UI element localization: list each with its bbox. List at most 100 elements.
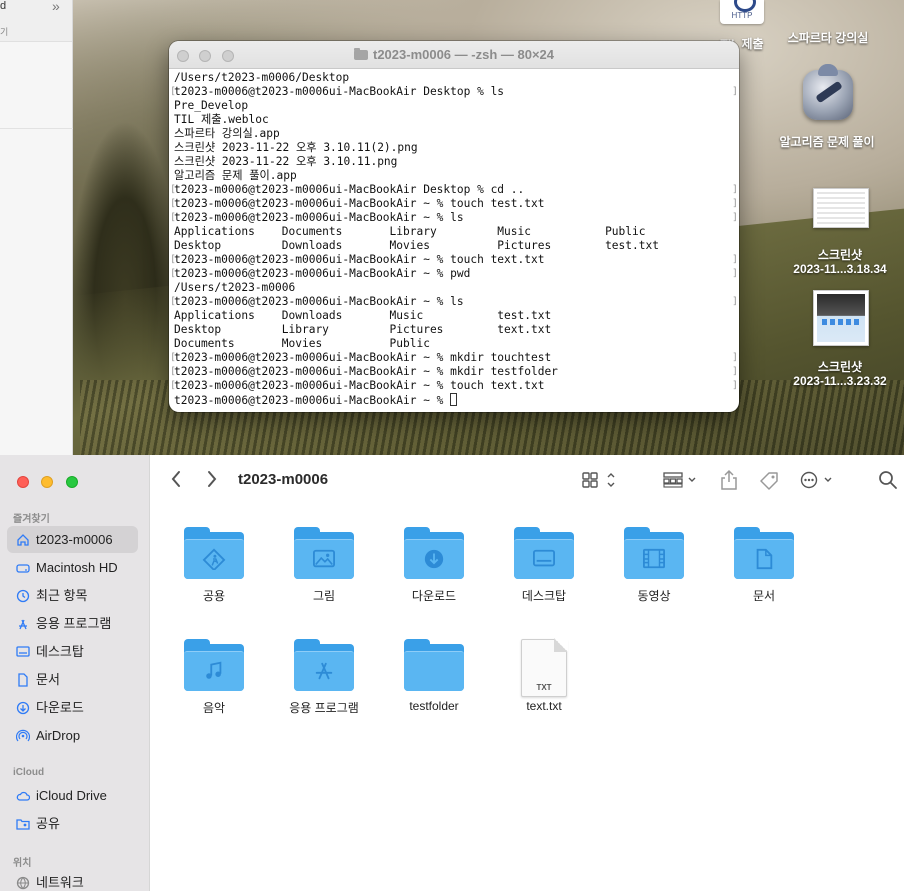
desktop-icon-screenshot1-date[interactable]: 2023-11...3.18.34: [780, 262, 900, 276]
folder-movies-icon: [624, 527, 684, 579]
cloud-icon: [16, 789, 31, 802]
terminal-output[interactable]: /Users/t2023-m0006/Desktop t2023-m0006@t2…: [169, 69, 739, 409]
more-icon: [800, 471, 832, 489]
terminal-window[interactable]: t2023-m0006 — -zsh — 80×24 /Users/t2023-…: [169, 41, 739, 412]
share-button[interactable]: [720, 469, 738, 496]
folder-item[interactable]: 응용 프로그램: [274, 639, 374, 716]
automator-app-icon[interactable]: [801, 64, 855, 122]
folder-item[interactable]: testfolder: [384, 639, 484, 713]
window-title: t2023-m0006: [238, 471, 329, 488]
chevron-left-icon: [171, 471, 180, 487]
folder-item[interactable]: 동영상: [604, 527, 704, 604]
network-icon: [16, 876, 30, 890]
sidebar-item-desktop[interactable]: 데스크탑: [7, 638, 138, 665]
terminal-line-text: Applications Downloads Music test.txt: [174, 309, 552, 322]
terminal-line-text: t2023-m0006@t2023-m0006ui-MacBookAir ~ %…: [174, 295, 464, 308]
webloc-icon[interactable]: HTTP: [720, 0, 764, 24]
folder-item[interactable]: 음악: [164, 639, 264, 716]
folder-music-icon: [184, 639, 244, 691]
terminal-line: t2023-m0006@t2023-m0006ui-MacBookAir ~ %…: [170, 351, 738, 365]
terminal-line: Desktop Library Pictures text.txt: [174, 323, 734, 337]
sidebar-item-network[interactable]: 네트워크: [7, 869, 138, 891]
close-button[interactable]: [17, 476, 29, 488]
back-button[interactable]: [170, 469, 182, 494]
folder-icon: [353, 48, 368, 60]
finder-window[interactable]: 즐겨찾기 t2023-m0006 Macintosh HD 최근 항목 응용 프로그램…: [0, 455, 904, 891]
sidebar-item-clock[interactable]: 최근 항목: [7, 582, 138, 609]
file-item[interactable]: TXT text.txt: [494, 638, 594, 713]
folder-public-icon: [184, 527, 244, 579]
forward-button[interactable]: [206, 469, 218, 494]
terminal-titlebar[interactable]: t2023-m0006 — -zsh — 80×24: [169, 41, 739, 69]
folder-item[interactable]: 문서: [714, 527, 814, 604]
terminal-line-text: 스크린샷 2023-11-22 오후 3.10.11.png: [174, 155, 398, 168]
terminal-line-text: t2023-m0006@t2023-m0006ui-MacBookAir ~ %…: [174, 365, 558, 378]
sidebar-item-label: 최근 항목: [36, 588, 88, 603]
action-menu-button[interactable]: [800, 471, 836, 494]
folder-item[interactable]: 데스크탑: [494, 527, 594, 604]
terminal-line-text: /Users/t2023-m0006: [174, 281, 296, 294]
sidebar-item-document[interactable]: 문서: [7, 666, 138, 693]
tag-button[interactable]: [758, 470, 780, 497]
group-by-button[interactable]: [663, 471, 699, 494]
terminal-line: /Users/t2023-m0006: [174, 281, 734, 295]
text-file-icon: TXT: [521, 638, 568, 697]
sidebar-item-shared-folder[interactable]: 공유: [7, 810, 138, 837]
airdrop-icon: [15, 729, 31, 742]
terminal-line: t2023-m0006@t2023-m0006ui-MacBookAir ~ %…: [170, 295, 738, 309]
folder-documents-icon: [734, 527, 794, 579]
sidebar-item-airdrop[interactable]: AirDrop: [7, 722, 138, 749]
screenshot-thumbnail-2[interactable]: [813, 290, 869, 346]
sidebar-item-download[interactable]: 다운로드: [7, 694, 138, 721]
minimize-button[interactable]: [199, 50, 212, 62]
sidebar-item-label: Macintosh HD: [36, 560, 118, 575]
terminal-line: t2023-m0006@t2023-m0006ui-MacBookAir ~ %…: [170, 211, 738, 225]
zoom-button[interactable]: [65, 476, 78, 488]
folder-item[interactable]: 공용: [164, 527, 264, 604]
desktop-icon-sparta-label[interactable]: 스파르타 강의실: [780, 29, 876, 46]
folder-item[interactable]: 다운로드: [384, 527, 484, 604]
home-icon: [16, 533, 30, 546]
background-window-title: d: [0, 0, 7, 12]
screenshot-thumbnail-1[interactable]: [813, 188, 869, 228]
folder-item[interactable]: 그림: [274, 527, 374, 604]
sidebar-item-disk[interactable]: Macintosh HD: [7, 554, 138, 581]
terminal-line: t2023-m0006@t2023-m0006ui-MacBookAir ~ %…: [170, 267, 738, 281]
sidebar-section-locations: 위치: [13, 858, 32, 869]
terminal-line: t2023-m0006@t2023-m0006ui-MacBookAir ~ %…: [170, 197, 738, 211]
finder-sidebar: 즐겨찾기 t2023-m0006 Macintosh HD 최근 항목 응용 프로그램…: [0, 455, 150, 891]
terminal-line-text: 스크린샷 2023-11-22 오후 3.10.11(2).png: [174, 141, 418, 154]
terminal-line: 알고리즘 문제 풀이.app: [174, 169, 734, 183]
finder-toolbar: t2023-m0006: [150, 455, 904, 507]
sidebar-item-cloud[interactable]: iCloud Drive: [7, 782, 138, 809]
item-label: 응용 프로그램: [289, 701, 359, 715]
sidebar-item-label: 다운로드: [36, 700, 84, 715]
search-icon: [879, 471, 897, 489]
more-chevron-icon[interactable]: »: [52, 0, 60, 14]
desktop-icon-algorithm-label[interactable]: 알고리즘 문제 풀이: [775, 133, 879, 150]
background-window[interactable]: d 기 »: [0, 0, 73, 455]
item-label: 문서: [752, 589, 776, 603]
folder-downloads-icon: [404, 527, 464, 579]
sidebar-item-label: 문서: [36, 672, 60, 687]
desktop-icon-screenshot1-name[interactable]: 스크린샷: [780, 246, 900, 263]
sidebar-item-apps[interactable]: 응용 프로그램: [7, 610, 138, 637]
terminal-line-text: t2023-m0006@t2023-m0006ui-MacBookAir ~ %…: [174, 351, 552, 364]
sidebar-item-home[interactable]: t2023-m0006: [7, 526, 138, 553]
terminal-line-text: Pre_Develop: [174, 99, 249, 112]
terminal-line: t2023-m0006@t2023-m0006ui-MacBookAir ~ %…: [170, 253, 738, 267]
search-button[interactable]: [878, 470, 898, 495]
desktop-icon-screenshot2-name[interactable]: 스크린샷: [780, 358, 900, 375]
terminal-line-text: /Users/t2023-m0006/Desktop: [174, 71, 350, 84]
zoom-button[interactable]: [221, 50, 234, 62]
desktop-icon-screenshot2-date[interactable]: 2023-11...3.23.32: [780, 374, 900, 388]
clock-icon: [16, 589, 30, 603]
view-mode-button[interactable]: [582, 471, 616, 494]
terminal-line: Documents Movies Public: [174, 337, 734, 351]
terminal-line: t2023-m0006@t2023-m0006ui-MacBookAir ~ %: [174, 393, 734, 407]
item-label: 동영상: [637, 589, 671, 603]
minimize-button[interactable]: [41, 476, 54, 488]
sidebar-item-label: t2023-m0006: [36, 532, 113, 547]
group-icon: [663, 472, 696, 488]
close-button[interactable]: [177, 50, 189, 62]
